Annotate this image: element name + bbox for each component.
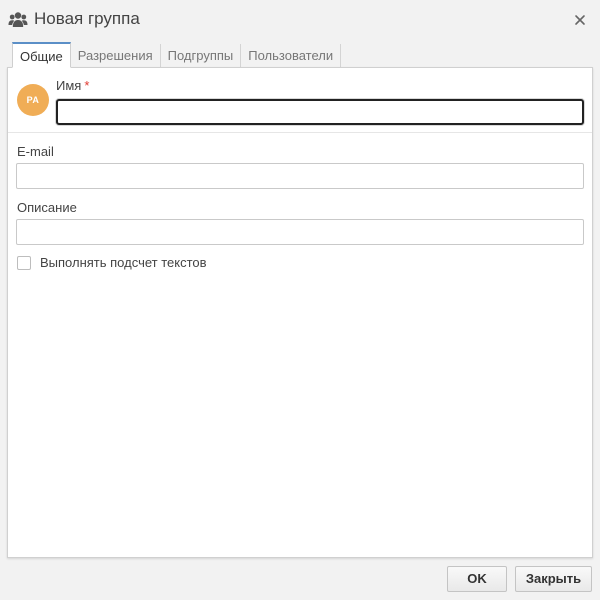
dialog-title: Новая группа	[34, 9, 140, 28]
general-tab-panel: PA Имя * E-mail Описание Выполнять подсче…	[7, 67, 593, 558]
count-texts-option[interactable]: Выполнять подсчет текстов	[17, 255, 207, 270]
avatar[interactable]: PA	[17, 84, 49, 116]
new-group-dialog: Новая группа Общие Разрешения Подгруппы …	[0, 0, 600, 600]
tab-users[interactable]: Пользователи	[241, 44, 342, 68]
tab-bar: Общие Разрешения Подгруппы Пользователи	[12, 42, 342, 68]
tab-general[interactable]: Общие	[12, 42, 71, 68]
name-label-text: Имя	[56, 78, 82, 93]
name-input[interactable]	[56, 99, 584, 125]
email-field[interactable]	[16, 163, 584, 189]
name-label: Имя *	[56, 78, 89, 93]
count-texts-label: Выполнять подсчет текстов	[40, 255, 207, 270]
close-button[interactable]: Закрыть	[515, 566, 592, 592]
close-icon[interactable]	[572, 12, 588, 28]
users-group-icon	[8, 12, 28, 27]
required-marker: *	[84, 78, 90, 93]
divider	[8, 132, 592, 133]
description-field[interactable]	[16, 219, 584, 245]
ok-button[interactable]: OK	[447, 566, 507, 592]
description-label: Описание	[17, 200, 77, 215]
email-label: E-mail	[17, 144, 54, 159]
tab-subgroups[interactable]: Подгруппы	[161, 44, 242, 68]
count-texts-checkbox[interactable]	[17, 255, 31, 270]
dialog-header: Новая группа	[0, 0, 600, 40]
tab-permissions[interactable]: Разрешения	[71, 44, 161, 68]
